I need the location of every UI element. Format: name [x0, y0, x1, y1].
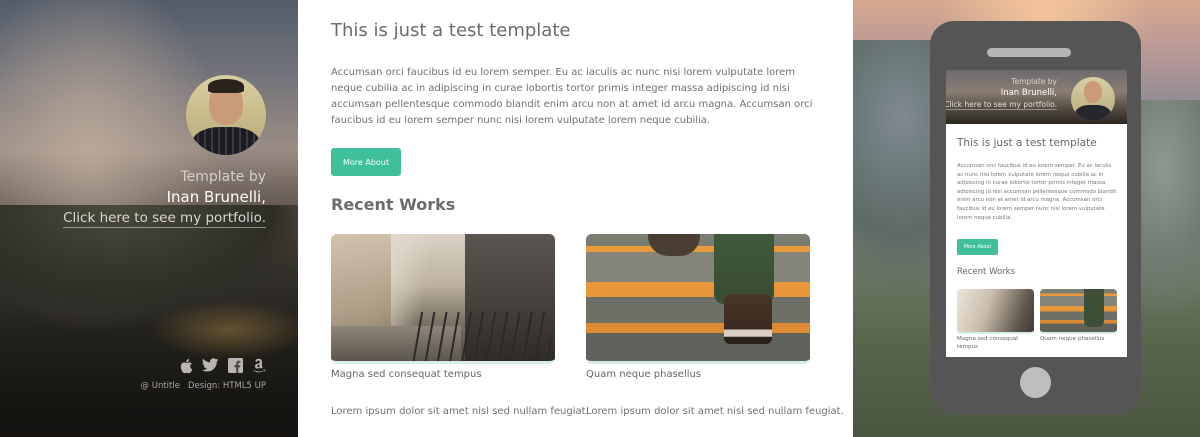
phone-work-image-steps[interactable]: [1040, 289, 1117, 334]
intro-paragraph: Accumsan orci faucibus id eu lorem sempe…: [331, 67, 813, 126]
background-glow: [150, 300, 298, 360]
phone-home-button: [1020, 367, 1051, 398]
copyright-text: @ Untitle: [140, 381, 180, 391]
phone-mockup: Template by Inan Brunelli, Click here to…: [930, 21, 1141, 414]
avatar: [186, 75, 266, 155]
phone-speaker: [987, 48, 1071, 57]
phone-page-title: This is just a test template: [957, 137, 1097, 149]
template-by-label: Template by: [180, 169, 266, 185]
phone-recent-works-heading: Recent Works: [957, 267, 1016, 277]
phone-header: Template by Inan Brunelli, Click here to…: [946, 70, 1127, 124]
work-description: Lorem ipsum dolor sit amet nisl sed null…: [586, 406, 844, 417]
work-caption: Magna sed consequat tempus: [331, 369, 482, 380]
work-caption: Quam neque phasellus: [586, 369, 702, 380]
page-title: This is just a test template: [331, 20, 571, 41]
phone-screen: Template by Inan Brunelli, Click here to…: [946, 70, 1127, 357]
recent-works-heading: Recent Works: [331, 195, 456, 214]
main-content: This is just a test template Accumsan or…: [298, 0, 853, 437]
phone-work-item[interactable]: Quam neque phasellus: [1040, 289, 1117, 344]
work-description: Lorem ipsum dolor sit amet nisl sed null…: [331, 406, 589, 417]
portfolio-link[interactable]: Click here to see my portfolio.: [63, 210, 266, 228]
twitter-icon[interactable]: [202, 358, 219, 377]
work-image-street[interactable]: [331, 234, 555, 364]
author-name: Inan Brunelli,: [166, 188, 266, 206]
phone-work-item[interactable]: Magna sed consequat tempus: [957, 289, 1034, 351]
facebook-icon[interactable]: [228, 358, 243, 377]
phone-portfolio-link[interactable]: Click here to see my portfolio.: [946, 100, 1057, 110]
apple-icon[interactable]: [179, 358, 193, 377]
work-item[interactable]: Magna sed consequat tempus Lorem ipsum d…: [331, 234, 589, 417]
phone-work-caption: Magna sed consequat tempus: [957, 336, 1019, 350]
amazon-icon[interactable]: [252, 358, 266, 377]
work-image-steps[interactable]: [586, 234, 810, 364]
design-credit[interactable]: Design: HTML5 UP: [188, 381, 266, 391]
phone-author-name: Inan Brunelli,: [1000, 88, 1057, 98]
social-links: [179, 358, 266, 377]
profile-sidebar: Template by Inan Brunelli, Click here to…: [0, 0, 298, 437]
phone-intro-paragraph: Accumsan orci faucibus id eu lorem sempe…: [957, 163, 1117, 221]
footer-credits: @ Untitle Design: HTML5 UP: [141, 381, 266, 391]
work-item[interactable]: Quam neque phasellus Lorem ipsum dolor s…: [586, 234, 844, 417]
phone-work-image-street[interactable]: [957, 289, 1034, 334]
phone-work-caption: Quam neque phasellus: [1040, 336, 1105, 342]
more-about-button[interactable]: More About: [331, 148, 401, 176]
phone-more-about-button[interactable]: More About: [957, 239, 998, 255]
phone-template-by: Template by: [1011, 77, 1057, 86]
phone-avatar: [1071, 77, 1115, 121]
